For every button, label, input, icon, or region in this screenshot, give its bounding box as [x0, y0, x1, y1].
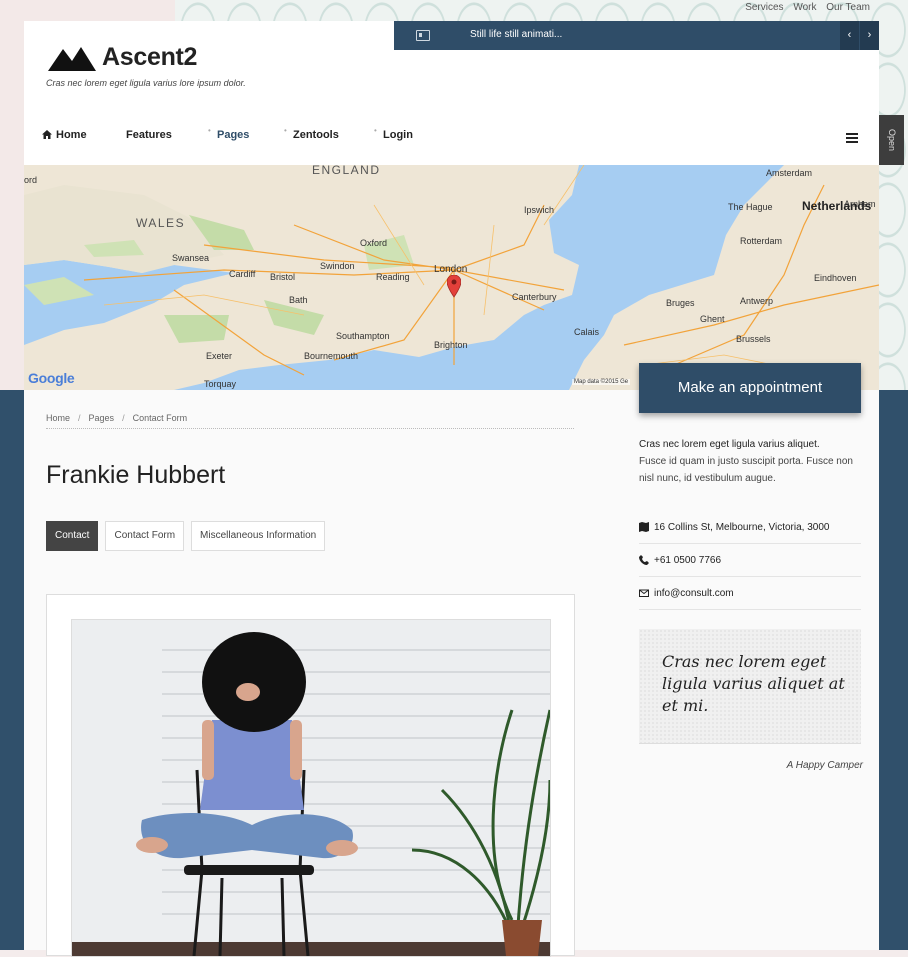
map-label: Exeter [206, 351, 233, 361]
nav-label-login: Login [383, 129, 413, 141]
contact-address: 16 Collins St, Melbourne, Victoria, 3000 [639, 511, 861, 544]
map-label: Bristol [270, 272, 296, 282]
nav-label-home: Home [56, 129, 87, 141]
mountain-logo-icon [48, 46, 96, 71]
google-map[interactable]: ENGLAND WALES Ipswich Oxford Swansea Car… [24, 165, 879, 390]
google-logo-text: Google [28, 370, 75, 386]
map-label: Bournemouth [304, 351, 359, 361]
contact-email: info@consult.com [639, 577, 861, 610]
news-ticker: Still life still animati... ‹ › [394, 21, 879, 50]
sidebar-body: Fusce id quam in justo suscipit porta. F… [639, 456, 853, 484]
ticker-prev-button[interactable]: ‹ [840, 21, 859, 50]
tab-contact[interactable]: Contact [46, 521, 99, 551]
nav-item-pages[interactable]: • Pages [208, 126, 250, 141]
brand-tagline: Cras nec lorem eget ligula varius lore i… [46, 78, 246, 88]
map-label: Calais [574, 327, 600, 337]
breadcrumb-pages[interactable]: Pages [89, 413, 115, 423]
map-label: Amsterdam [766, 168, 813, 178]
sidebar-lead: Cras nec lorem eget ligula varius alique… [639, 439, 820, 450]
testimonial-box: Cras nec lorem eget ligula varius alique… [639, 629, 861, 744]
map-label: Southampton [336, 331, 390, 341]
top-link-services[interactable]: Services [745, 2, 783, 13]
photo-illustration [72, 620, 550, 956]
ticker-headline[interactable]: Still life still animati... [470, 29, 562, 40]
breadcrumb-current: Contact Form [132, 413, 188, 423]
envelope-icon [639, 589, 649, 597]
map-label: Antwerp [740, 296, 774, 306]
map-label: Ghent [700, 314, 725, 324]
breadcrumb: Home / Pages / Contact Form [46, 413, 574, 429]
contact-email-link[interactable]: info@consult.com [654, 588, 734, 599]
contact-phone-text[interactable]: +61 0500 7766 [654, 555, 721, 566]
contact-list: 16 Collins St, Melbourne, Victoria, 3000… [639, 511, 861, 610]
map-label: WALES [136, 216, 186, 230]
top-links: Services Work Our Team [738, 2, 870, 13]
home-icon [42, 130, 52, 139]
map-label: Swindon [320, 261, 355, 271]
featured-photo [71, 619, 551, 957]
map-icon [639, 522, 649, 532]
site-header: Ascent2 Cras nec lorem eget ligula variu… [24, 21, 879, 165]
top-link-work[interactable]: Work [793, 2, 816, 13]
map-label: The Hague [728, 202, 773, 212]
map-label: Brussels [736, 334, 771, 344]
tab-contact-form[interactable]: Contact Form [105, 521, 185, 551]
tab-miscellaneous-information[interactable]: Miscellaneous Information [191, 521, 326, 551]
contact-phone: +61 0500 7766 [639, 544, 861, 577]
map-label: London [434, 264, 468, 275]
testimonial-quote: Cras nec lorem eget ligula varius alique… [662, 652, 845, 715]
hamburger-menu-icon[interactable] [846, 133, 858, 143]
newspaper-icon [416, 30, 430, 41]
content-tabs: Contact Contact Form Miscellaneous Infor… [46, 521, 332, 551]
nav-item-zentools[interactable]: • Zentools [284, 126, 339, 141]
nav-item-home[interactable]: Home [42, 129, 87, 141]
map-label: Ipswich [524, 205, 555, 215]
make-appointment-button[interactable]: Make an appointment [639, 363, 861, 413]
map-label: Arnhem [844, 199, 876, 209]
sidebar-intro: Cras nec lorem eget ligula varius alique… [639, 436, 869, 487]
map-label: Torquay [204, 379, 237, 389]
map-label: Brighton [434, 340, 468, 350]
open-side-panel-tab[interactable]: Open [879, 115, 904, 165]
brand-name: Ascent2 [102, 43, 198, 71]
map-label: ENGLAND [312, 165, 381, 177]
nav-label-features: Features [126, 129, 172, 141]
map-label: Swansea [172, 253, 210, 263]
map-label: Rotterdam [740, 236, 783, 246]
submenu-dot-icon: • [208, 126, 211, 135]
map-label: Canterbury [512, 292, 557, 302]
nav-item-login[interactable]: • Login [374, 126, 413, 141]
map-label: Bruges [666, 298, 695, 308]
top-link-our-team[interactable]: Our Team [826, 2, 870, 13]
submenu-dot-icon: • [374, 126, 377, 135]
phone-icon [639, 555, 649, 565]
map-label: Eindhoven [814, 273, 857, 283]
map-credit: Map data ©2015 Ge [572, 379, 631, 385]
map-label: Cardiff [229, 269, 256, 279]
ticker-next-button[interactable]: › [860, 21, 879, 50]
breadcrumb-home[interactable]: Home [46, 413, 70, 423]
page-title: Frankie Hubbert [46, 461, 226, 489]
map-marker-icon[interactable] [447, 275, 461, 299]
map-label: Reading [376, 272, 410, 282]
image-frame [46, 594, 575, 957]
google-logo: Google [28, 370, 75, 386]
nav-label-zentools: Zentools [293, 129, 339, 141]
map-label: Bath [289, 295, 308, 305]
map-label: Oxford [360, 238, 388, 248]
nav-item-features[interactable]: Features [126, 129, 172, 141]
map-label: ord [24, 175, 38, 185]
logo[interactable]: Ascent2 [48, 43, 197, 72]
testimonial-author: A Happy Camper [786, 760, 863, 771]
submenu-dot-icon: • [284, 126, 287, 135]
nav-label-pages: Pages [217, 129, 250, 141]
contact-address-text: 16 Collins St, Melbourne, Victoria, 3000 [654, 521, 830, 533]
